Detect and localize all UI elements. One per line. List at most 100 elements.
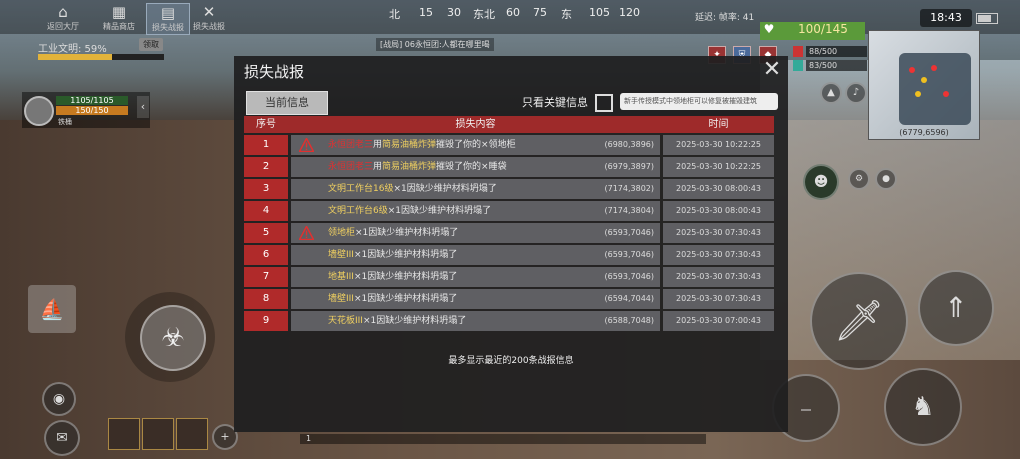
- row-time: 2025-03-30 08:00:43: [663, 201, 774, 221]
- table-row[interactable]: 6 墙壁III×1因缺少维护材料坍塌了 (6593,7046) 2025-03-30 …: [244, 245, 774, 265]
- row-coordinates[interactable]: (7174,3802): [604, 179, 654, 199]
- message-tail: ×1因缺少维护材料坍塌了: [355, 228, 459, 238]
- row-time: 2025-03-30 08:00:43: [663, 179, 774, 199]
- warning-icon: [299, 138, 314, 152]
- avatar[interactable]: [24, 96, 54, 126]
- message-tail: 摧毁了你的×睡袋: [436, 162, 507, 172]
- loss-message: 文明工作台6级×1因缺少维护材料坍塌了: [328, 201, 491, 221]
- gear-icon[interactable]: ⚙: [848, 168, 870, 190]
- hotbar-slot[interactable]: [108, 418, 140, 450]
- loss-message: 领地柜×1因缺少维护材料坍塌了: [328, 223, 458, 243]
- loss-message: 地基III×1因缺少维护材料坍塌了: [328, 267, 457, 287]
- item-name: 简易油桶炸弹: [382, 162, 437, 172]
- row-content: 地基III×1因缺少维护材料坍塌了 (6593,7046): [291, 267, 660, 287]
- item-name: 简易油桶炸弹: [382, 140, 437, 150]
- dialog-title: 损失战报: [244, 63, 305, 81]
- hotbar-slot[interactable]: [176, 418, 208, 450]
- food-stat: 88/500: [806, 46, 867, 57]
- knife-icon[interactable]: 🗡: [810, 272, 908, 370]
- clock: 18:43: [920, 9, 972, 27]
- table-row[interactable]: 4 文明工作台6级×1因缺少维护材料坍塌了 (7174,3804) 2025-03-3…: [244, 201, 774, 221]
- footer-note: 最多显示最近的200条战报信息: [448, 356, 574, 366]
- row-time: 2025-03-30 07:30:43: [663, 223, 774, 243]
- row-coordinates[interactable]: (6588,7048): [604, 311, 654, 331]
- row-coordinates[interactable]: (6594,7044): [604, 289, 654, 309]
- table-row[interactable]: 1 永恒团老三用简易油桶炸弹摧毁了你的×领地柜 (6980,3896) 2025-03…: [244, 135, 774, 155]
- item-name: 领地柜: [328, 228, 356, 238]
- collapse-arrow-icon[interactable]: ‹: [137, 96, 149, 118]
- up-icon[interactable]: ▲: [820, 82, 842, 104]
- water-stat: 83/500: [806, 60, 867, 71]
- network-status: 延迟: 帧率: 41: [695, 13, 755, 23]
- emote-icon[interactable]: ☻: [803, 164, 839, 200]
- crouch-icon[interactable]: ♞: [884, 368, 962, 446]
- chat-bubble-icon[interactable]: ✉: [44, 420, 80, 456]
- table-row[interactable]: 7 地基III×1因缺少维护材料坍塌了 (6593,7046) 2025-03-30 …: [244, 267, 774, 287]
- table-row[interactable]: 3 文明工作台16级×1因缺少维护材料坍塌了 (7174,3802) 2025-03-…: [244, 179, 774, 199]
- loss-message: 天花板III×1因缺少维护材料坍塌了: [328, 311, 466, 331]
- table-row[interactable]: 5 领地柜×1因缺少维护材料坍塌了 (6593,7046) 2025-03-30 07…: [244, 223, 774, 243]
- shop-button[interactable]: ▦ 精品商店: [98, 3, 140, 33]
- row-index: 8: [244, 289, 288, 309]
- vitals-bar: ♥ 100/145: [760, 22, 865, 40]
- item-name: 墙壁III: [328, 294, 354, 304]
- message-tail: 摧毁了你的×领地柜: [436, 140, 516, 150]
- tools-button[interactable]: ✕ 损失战报: [188, 3, 230, 33]
- jump-icon[interactable]: ⇑: [918, 270, 994, 346]
- row-coordinates[interactable]: (7174,3804): [604, 201, 654, 221]
- row-index: 7: [244, 267, 288, 287]
- row-index: 6: [244, 245, 288, 265]
- message-verb: 用: [373, 162, 383, 172]
- bottom-strip: 1: [300, 434, 706, 444]
- hotbar-slot[interactable]: [142, 418, 174, 450]
- row-coordinates[interactable]: (6980,3896): [604, 135, 654, 155]
- table-row[interactable]: 2 永恒团老三用简易油桶炸弹摧毁了你的×睡袋 (6979,3897) 2025-03-…: [244, 157, 774, 177]
- report-button[interactable]: ▤ 损失战报: [146, 3, 190, 35]
- loss-message: 墙壁III×1因缺少维护材料坍塌了: [328, 289, 457, 309]
- row-content: 文明工作台16级×1因缺少维护材料坍塌了 (7174,3802): [291, 179, 660, 199]
- table-row[interactable]: 8 墙壁III×1因缺少维护材料坍塌了 (6594,7044) 2025-03-30 …: [244, 289, 774, 309]
- attacker-name[interactable]: 永恒团老三: [328, 140, 373, 150]
- item-name: 墙壁III: [328, 250, 354, 260]
- loss-table: 序号 损失内容 时间 1 永恒团老三用简易油桶炸弹摧毁了你的×领地柜 (6980,3…: [244, 116, 774, 331]
- row-index: 9: [244, 311, 288, 331]
- sail-icon[interactable]: ⛵: [28, 285, 76, 333]
- biohazard-icon[interactable]: ☣: [140, 305, 206, 371]
- whistle-icon[interactable]: ◉: [42, 382, 76, 416]
- loss-report-dialog: 损失战报 ✕ 当前信息 只看关键信息 新手传授模式中领地柜可以修复被摧毁建筑 序…: [234, 56, 788, 432]
- item-name: 天花板III: [328, 316, 363, 326]
- row-time: 2025-03-30 07:00:43: [663, 311, 774, 331]
- row-coordinates[interactable]: (6593,7046): [604, 245, 654, 265]
- close-icon[interactable]: ✕: [760, 58, 784, 82]
- food-icon: [793, 46, 803, 57]
- row-coordinates[interactable]: (6979,3897): [604, 157, 654, 177]
- loss-message: 永恒团老三用简易油桶炸弹摧毁了你的×睡袋: [328, 157, 507, 177]
- compass: 北 15 30 东北 60 75 东 105 120: [389, 6, 640, 21]
- minimap[interactable]: (6779,6596): [868, 30, 980, 140]
- row-coordinates[interactable]: (6593,7046): [604, 267, 654, 287]
- warning-icon: [299, 226, 314, 240]
- table-row[interactable]: 9 天花板III×1因缺少维护材料坍塌了 (6588,7048) 2025-03-30…: [244, 311, 774, 331]
- hint-text: 新手传授模式中领地柜可以修复被摧毁建筑: [620, 93, 778, 110]
- water-icon: [793, 60, 803, 71]
- row-time: 2025-03-30 07:30:43: [663, 245, 774, 265]
- message-tail: ×1因缺少维护材料坍塌了: [393, 184, 497, 194]
- message-tail: ×1因缺少维护材料坍塌了: [353, 272, 458, 282]
- minimap-coords: (6779,6596): [899, 128, 949, 137]
- row-coordinates[interactable]: (6593,7046): [604, 223, 654, 243]
- attacker-name[interactable]: 永恒团老三: [328, 162, 373, 172]
- mic-icon[interactable]: ♪: [845, 82, 867, 104]
- location-icon[interactable]: ●: [875, 168, 897, 190]
- filter-key-info-checkbox[interactable]: [595, 94, 613, 112]
- home-icon: ⌂: [58, 3, 68, 21]
- message-tail: ×1因缺少维护材料坍塌了: [362, 316, 467, 326]
- row-index: 4: [244, 201, 288, 221]
- civ-claim-button[interactable]: 领取: [139, 38, 163, 51]
- chat-line[interactable]: [战局] 06永恒团:人都在哪里喝: [376, 38, 494, 51]
- tab-current-info[interactable]: 当前信息: [246, 91, 328, 115]
- col-index: 序号: [256, 119, 276, 130]
- row-content: 墙壁III×1因缺少维护材料坍塌了 (6594,7044): [291, 289, 660, 309]
- col-time: 时间: [708, 119, 729, 130]
- lobby-button[interactable]: ⌂ 返回大厅: [42, 3, 84, 33]
- item-name: 文明工作台16级: [328, 184, 394, 194]
